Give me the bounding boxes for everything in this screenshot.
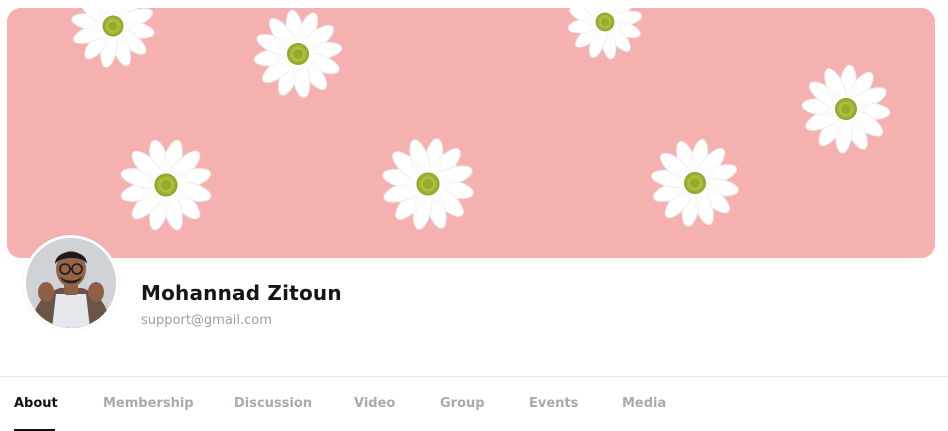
avatar[interactable]	[26, 238, 116, 328]
profile-page: Mohannad Zitoun support@gmail.com About …	[0, 0, 948, 431]
profile-tabs: About Membership Discussion Video Group …	[0, 377, 948, 431]
tab-media[interactable]: Media	[622, 396, 666, 411]
profile-name: Mohannad Zitoun	[141, 281, 342, 305]
tab-events[interactable]: Events	[529, 396, 578, 411]
tab-video[interactable]: Video	[354, 396, 395, 411]
cover-image	[7, 8, 935, 258]
tab-group[interactable]: Group	[440, 396, 485, 411]
avatar-frame[interactable]	[23, 235, 119, 331]
profile-email: support@gmail.com	[141, 313, 272, 328]
tab-discussion[interactable]: Discussion	[234, 396, 312, 411]
profile-photo-icon	[26, 238, 116, 328]
tab-membership[interactable]: Membership	[103, 396, 194, 411]
tab-about[interactable]: About	[14, 396, 58, 411]
flower-pattern	[7, 8, 935, 258]
